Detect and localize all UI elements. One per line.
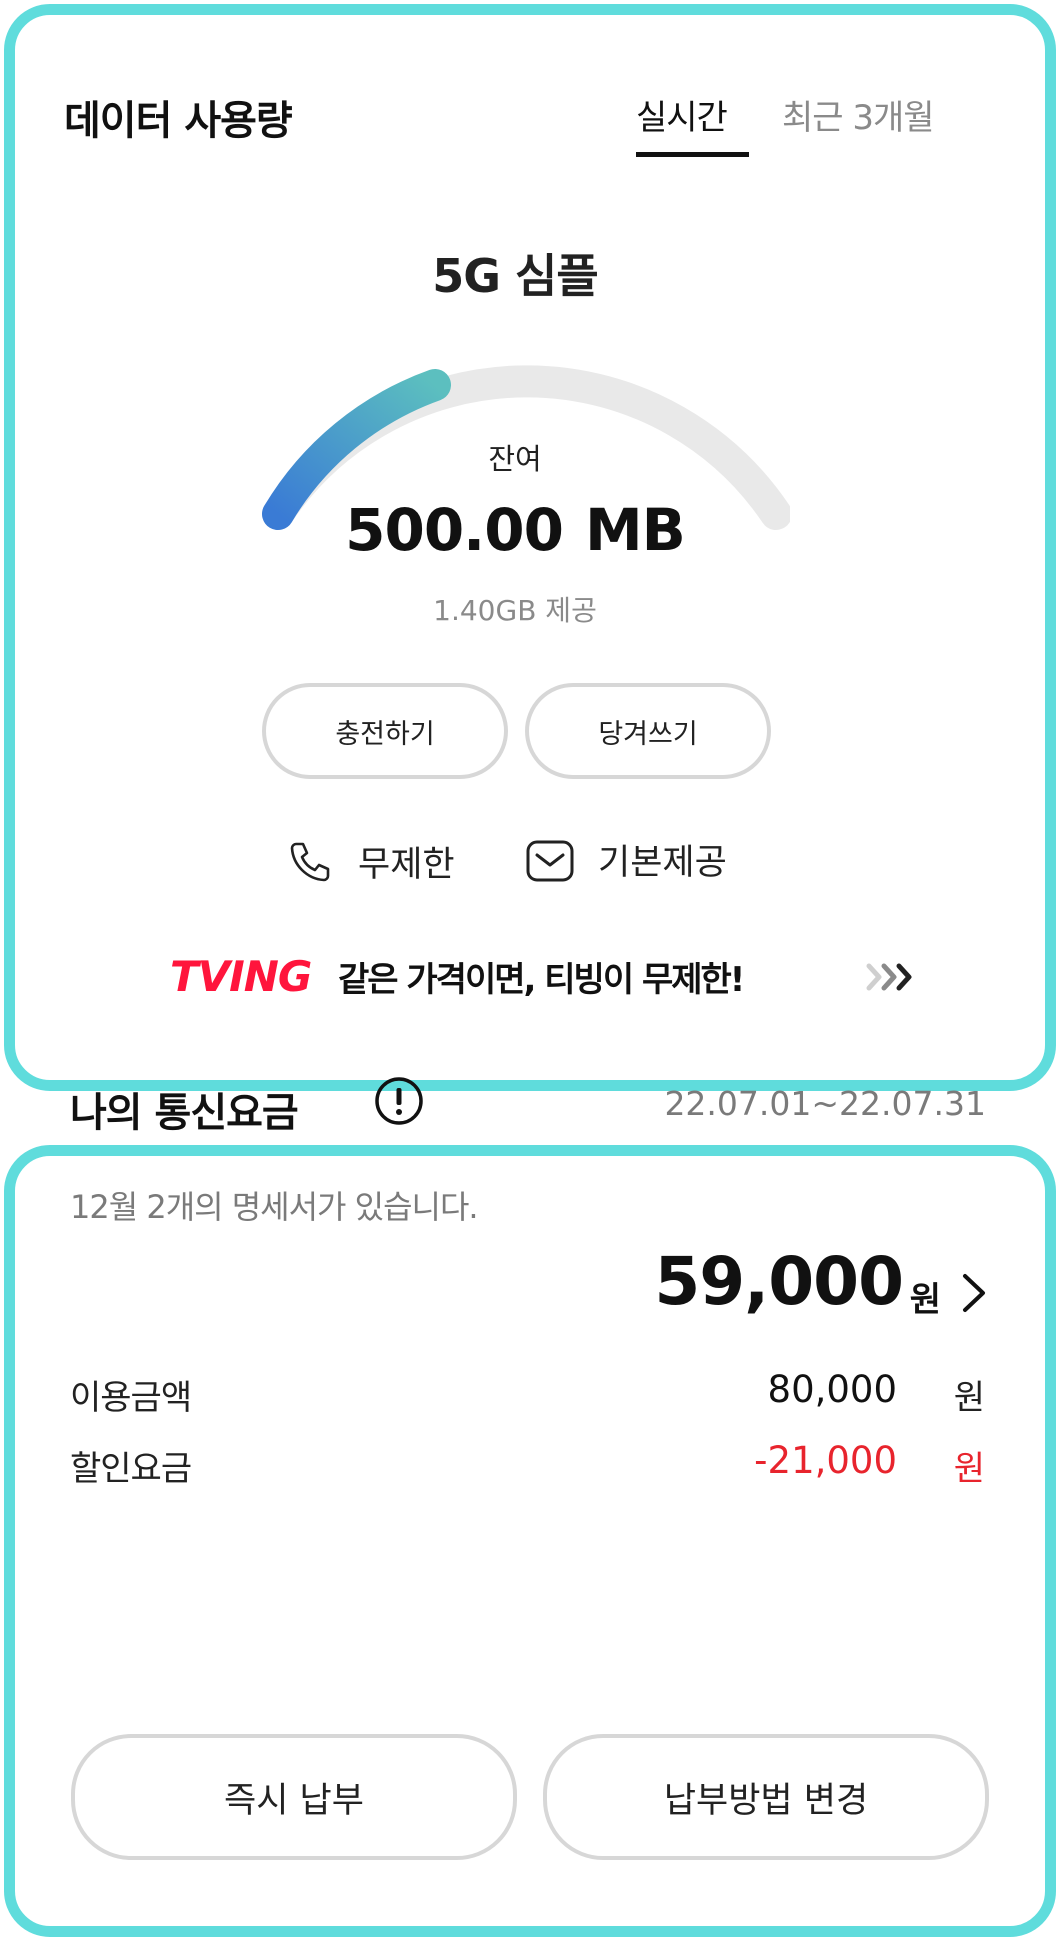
usage-fee-label: 이용금액 — [70, 1378, 192, 1418]
exclamation-circle-icon[interactable] — [373, 1075, 425, 1127]
remaining-amount-number: 500.00 — [345, 496, 564, 564]
plan-name: 5G 심플 — [432, 249, 598, 303]
bill-title: 나의 통신요금 — [70, 1090, 299, 1136]
remaining-data-amount: 500.00 MB — [0, 496, 1030, 564]
discount-amount: -21,000 — [754, 1439, 897, 1482]
change-payment-method-button[interactable]: 납부방법 변경 — [543, 1734, 989, 1860]
remaining-label: 잔여 — [488, 442, 542, 476]
bill-period: 22.07.01~22.07.31 — [664, 1084, 986, 1123]
discount-currency: 원 — [953, 1449, 985, 1489]
tving-logo[interactable]: TVING — [170, 952, 312, 1001]
phone-icon — [290, 842, 330, 882]
triple-chevron-right-icon[interactable] — [865, 960, 919, 994]
chevron-right-icon[interactable] — [959, 1270, 989, 1316]
charge-data-button[interactable]: 충전하기 — [262, 683, 508, 779]
usage-fee-amount: 80,000 — [767, 1368, 897, 1411]
message-allowance: 기본제공 — [598, 843, 727, 883]
discount-label: 할인요금 — [70, 1449, 192, 1489]
tving-promo-text[interactable]: 같은 가격이면, 티빙이 무제한! — [338, 952, 745, 1001]
total-bill-currency: 원 — [909, 1280, 941, 1320]
usage-fee-currency: 원 — [953, 1378, 985, 1418]
tab-realtime[interactable]: 실시간 — [636, 90, 728, 139]
advance-data-button[interactable]: 당겨쓰기 — [525, 683, 771, 779]
statement-message: 12월 2개의 명세서가 있습니다. — [70, 1188, 479, 1226]
data-usage-title: 데이터 사용량 — [64, 98, 293, 144]
mail-icon — [526, 840, 574, 882]
provided-data-text: 1.40GB 제공 — [433, 594, 597, 627]
total-bill-amount[interactable]: 59,000 — [654, 1243, 904, 1320]
pay-now-button[interactable]: 즉시 납부 — [71, 1734, 517, 1860]
tab-recent-3-months[interactable]: 최근 3개월 — [782, 90, 935, 139]
tab-active-underline — [636, 152, 749, 157]
voice-allowance: 무제한 — [358, 845, 455, 885]
remaining-amount-unit: MB — [584, 496, 686, 564]
